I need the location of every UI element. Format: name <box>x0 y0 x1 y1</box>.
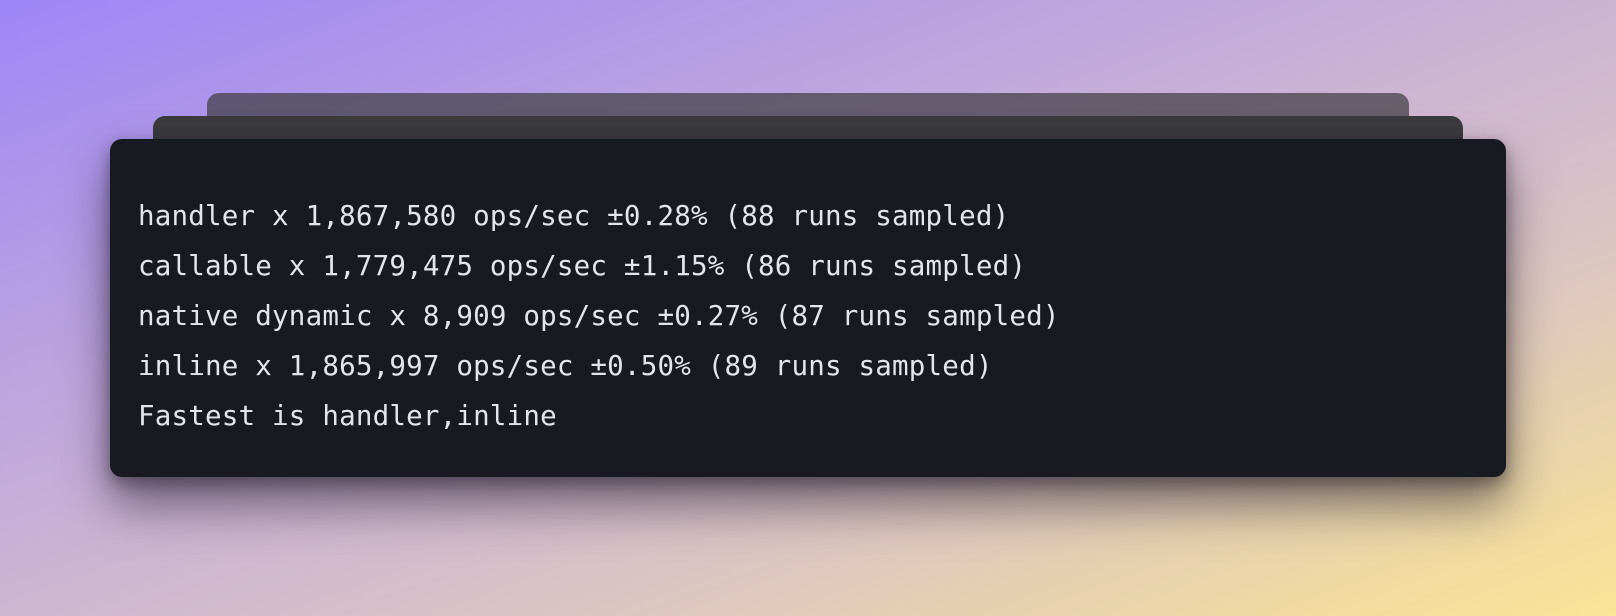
output-line-native-dynamic: native dynamic x 8,909 ops/sec ±0.27% (8… <box>138 300 1060 332</box>
output-line-callable: callable x 1,779,475 ops/sec ±1.15% (86 … <box>138 250 1027 282</box>
output-line-inline: inline x 1,865,997 ops/sec ±0.50% (89 ru… <box>138 350 993 382</box>
terminal-window: handler x 1,867,580 ops/sec ±0.28% (88 r… <box>110 139 1506 477</box>
output-line-handler: handler x 1,867,580 ops/sec ±0.28% (88 r… <box>138 200 1010 232</box>
output-line-fastest: Fastest is handler,inline <box>138 400 557 432</box>
